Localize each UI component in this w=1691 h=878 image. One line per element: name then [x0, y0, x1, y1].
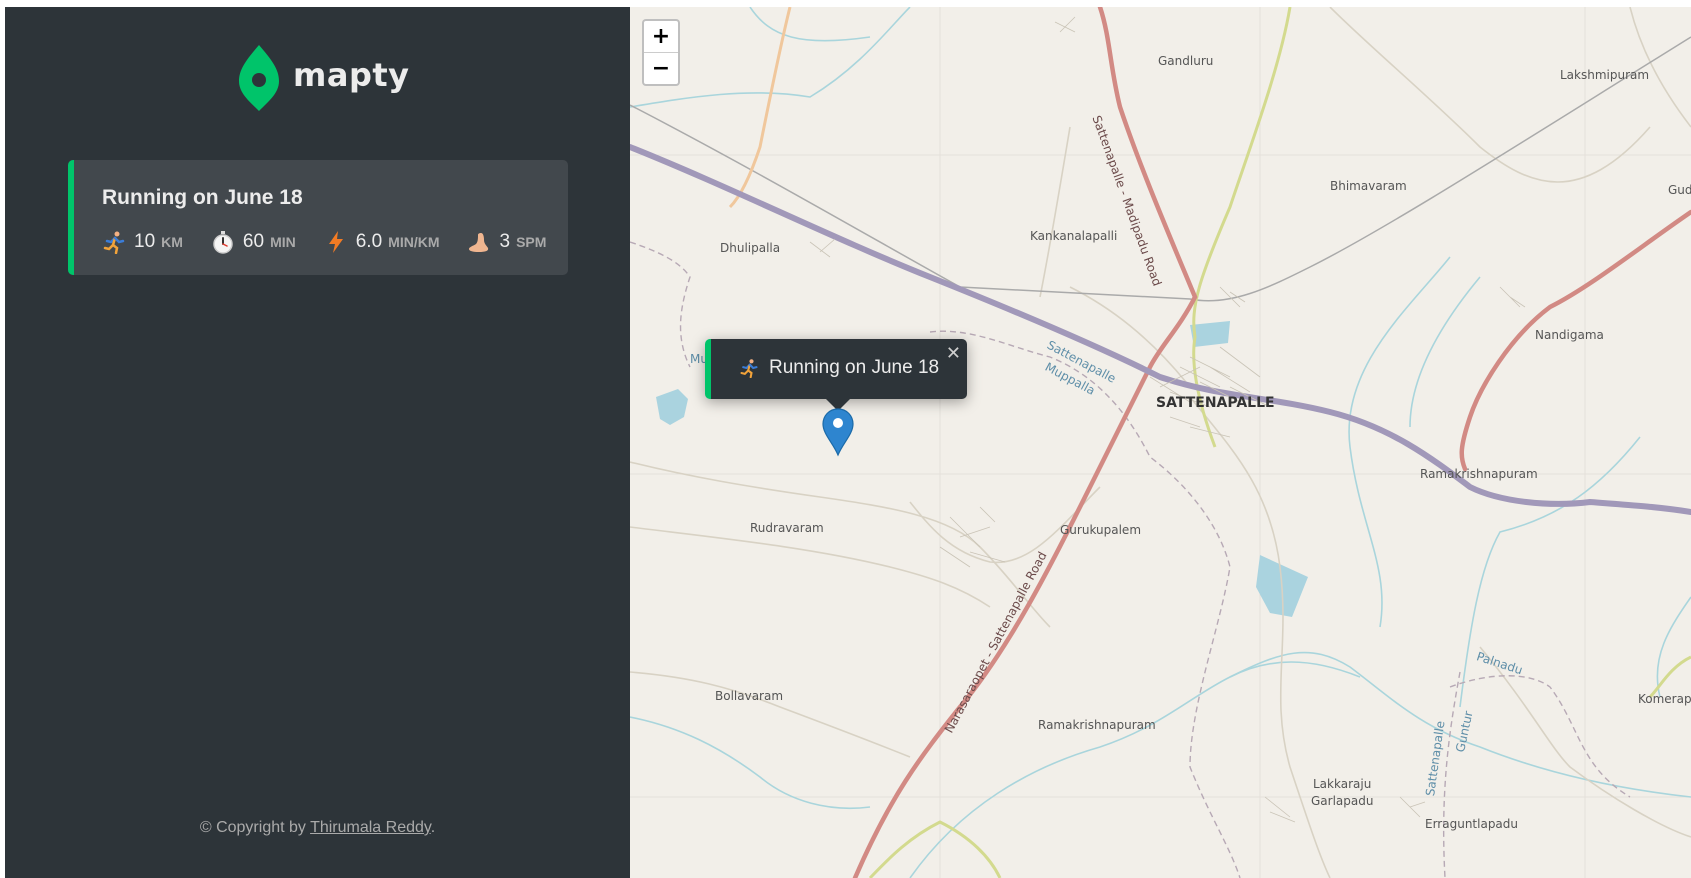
sidebar: mapty Running on June 18 10 km	[5, 7, 630, 878]
cadence-unit: spm	[516, 234, 547, 250]
copyright-prefix: © Copyright by	[199, 819, 311, 836]
map-marker-icon[interactable]	[821, 407, 855, 457]
lightning-icon	[328, 231, 343, 253]
map-label-sattenapalle-city: SATTENAPALLE	[1156, 395, 1275, 411]
duration-value: 60	[242, 231, 265, 252]
popup-content: Running on June 18	[739, 357, 939, 379]
logo-text: mapty	[293, 56, 410, 94]
map-label-kankanalapalli: Kankanalapalli	[1030, 229, 1118, 243]
map-label-gurukupalem: Gurukupalem	[1060, 523, 1142, 537]
map-label-bhimavaram: Bhimavaram	[1330, 179, 1407, 193]
map-label-garlapadu: Garlapadu	[1311, 794, 1374, 808]
app-window: mapty Running on June 18 10 km	[5, 7, 1691, 878]
pace-value: 6.0	[355, 231, 383, 252]
map-pin-logo-icon	[239, 45, 279, 111]
workout-card[interactable]: Running on June 18 10 km	[68, 160, 568, 275]
map-label-erraguntlapadu: Erraguntlapadu	[1425, 817, 1519, 831]
map-label-gandluru: Gandluru	[1158, 54, 1214, 68]
stopwatch-icon	[213, 231, 233, 254]
workout-title: Running on June 18	[102, 186, 303, 209]
author-link[interactable]: Thirumala Reddy	[310, 819, 431, 836]
popup-text: Running on June 18	[769, 357, 940, 378]
runner-icon	[103, 231, 125, 254]
map-label-nandigama: Nandigama	[1535, 328, 1604, 342]
map-label-rudravaram: Rudravaram	[750, 521, 824, 535]
workout-popup[interactable]: Running on June 18 ✕	[705, 339, 967, 399]
runner-icon	[740, 359, 758, 378]
map-label-lakshmipuram: Lakshmipuram	[1560, 68, 1650, 82]
copyright: © Copyright by Thirumala Reddy.	[5, 819, 630, 837]
cadence-detail: 3 spm	[467, 230, 546, 254]
pace-detail: 6.0 min/km	[324, 230, 440, 254]
zoom-control: + −	[642, 19, 680, 86]
map-tiles	[630, 7, 1691, 878]
map-label-dhulipalla: Dhulipalla	[720, 241, 781, 255]
map-label-gud: Gud	[1668, 183, 1691, 197]
map-label-bollavaram: Bollavaram	[715, 689, 784, 703]
distance-value: 10	[134, 231, 156, 252]
foot-icon	[469, 233, 489, 252]
distance-unit: km	[161, 234, 183, 250]
map-label-ramakrishnapuram-south: Ramakrishnapuram	[1038, 718, 1156, 732]
duration-detail: 60 min	[211, 230, 296, 254]
zoom-in-button[interactable]: +	[644, 21, 678, 52]
duration-unit: min	[270, 234, 296, 250]
pace-unit: min/km	[388, 234, 440, 250]
cadence-value: 3	[499, 231, 511, 252]
map-label-ramakrishnapuram-east: Ramakrishnapuram	[1420, 467, 1538, 481]
copyright-suffix: .	[430, 819, 436, 836]
distance-detail: 10 km	[102, 230, 183, 254]
map[interactable]: Gandluru Lakshmipuram Bhimavaram Gud Kan…	[630, 7, 1691, 878]
workout-details: 10 km 60 min 6.	[102, 230, 546, 254]
logo: mapty	[237, 43, 410, 113]
map-label-komerapu: Komerapu	[1638, 692, 1691, 706]
popup-close-button[interactable]: ✕	[946, 343, 961, 364]
map-label-lakkaraju: Lakkaraju	[1313, 777, 1372, 791]
zoom-out-button[interactable]: −	[644, 52, 678, 84]
